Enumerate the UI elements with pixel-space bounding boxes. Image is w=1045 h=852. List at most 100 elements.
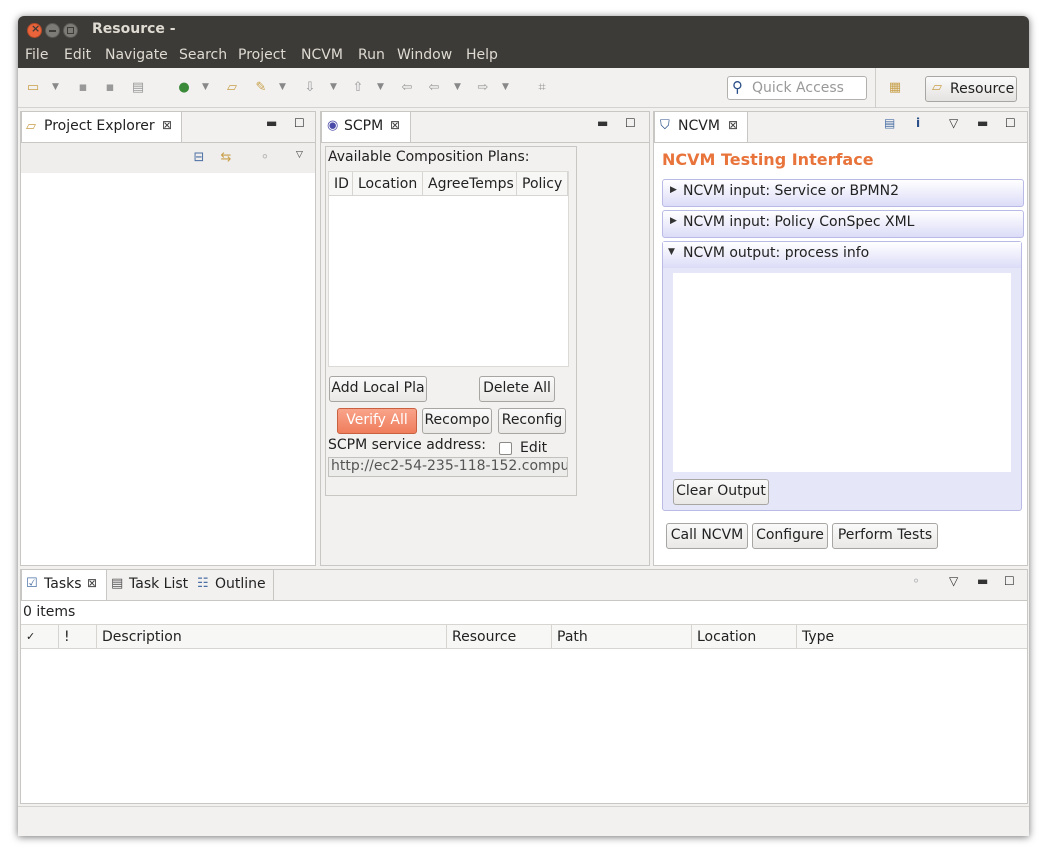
focus-icon[interactable]: ⚬ — [257, 150, 273, 166]
output-text-area[interactable] — [673, 273, 1011, 472]
menu-help[interactable]: Help — [466, 47, 498, 63]
minimize-view-icon[interactable]: ▬ — [977, 574, 988, 588]
column-location[interactable]: Location — [692, 625, 797, 649]
column-location[interactable]: Location — [353, 172, 423, 196]
menu-project[interactable]: Project — [238, 47, 286, 63]
maximize-view-icon[interactable]: ☐ — [1004, 574, 1015, 588]
tab-tasks[interactable]: ☑ Tasks ⊠ — [21, 570, 107, 600]
tab-ncvm[interactable]: ⛉ NCVM ⊠ — [654, 112, 748, 142]
scpm-panel: ◉ SCPM ⊠ ▬ ☐ Available Composition Plans… — [320, 111, 650, 566]
new-dropdown-icon[interactable]: ▼ — [52, 82, 59, 92]
tab-task-list[interactable]: ▤ Task List — [107, 570, 193, 600]
tab-project-explorer[interactable]: ▱ Project Explorer ⊠ — [21, 112, 182, 142]
close-tab-icon[interactable]: ⊠ — [728, 118, 738, 132]
pin-editor-icon[interactable]: ⌗ — [534, 80, 550, 96]
view-menu-icon[interactable]: ▽ — [949, 116, 958, 130]
column-id[interactable]: ID — [329, 172, 353, 196]
close-window-button[interactable]: × — [27, 22, 42, 38]
minimize-view-icon[interactable]: ▬ — [266, 116, 277, 130]
minimize-view-icon[interactable]: ▬ — [597, 116, 608, 130]
column-agreetemps[interactable]: AgreeTemps — [423, 172, 517, 196]
maximize-view-icon[interactable]: ☐ — [625, 116, 636, 130]
forward-icon[interactable]: ⇨ — [475, 80, 491, 96]
quick-access-field[interactable]: ⚲ Quick Access — [727, 76, 867, 100]
print-icon[interactable]: ▤ — [130, 80, 146, 96]
plans-table[interactable]: ID Location AgreeTemps Policy — [328, 171, 569, 367]
new-icon[interactable]: ▭ — [25, 80, 41, 96]
column-policy[interactable]: Policy — [517, 172, 568, 196]
open-perspective-icon[interactable]: ▦ — [887, 80, 903, 96]
service-address-field[interactable]: http://ec2-54-235-118-152.compute- — [328, 457, 568, 477]
tab-scpm[interactable]: ◉ SCPM ⊠ — [321, 112, 411, 142]
resource-perspective-button[interactable]: ▱ Resource — [925, 76, 1017, 102]
forward-dropdown-icon[interactable]: ▼ — [502, 82, 509, 92]
run-dropdown-icon[interactable]: ▼ — [202, 82, 209, 92]
run-icon[interactable]: ● — [176, 80, 192, 96]
last-edit-icon[interactable]: ⇦ — [399, 80, 415, 96]
pen-icon[interactable]: ✎ — [253, 80, 269, 96]
tab-outline[interactable]: ☷ Outline — [193, 570, 274, 600]
next-annotation-dropdown-icon[interactable]: ▼ — [330, 82, 337, 92]
section-policy-input[interactable]: ▶ NCVM input: Policy ConSpec XML — [662, 210, 1024, 238]
service-address-label: SCPM service address: — [328, 437, 486, 453]
maximize-window-button[interactable] — [63, 23, 78, 38]
column-completed[interactable]: ✓ — [21, 625, 59, 649]
folder-icon: ▱ — [932, 80, 942, 95]
menu-ncvm[interactable]: NCVM — [301, 47, 343, 63]
collapse-all-icon[interactable]: ⊟ — [191, 150, 207, 166]
call-ncvm-button[interactable]: Call NCVM — [666, 523, 748, 549]
menu-navigate[interactable]: Navigate — [105, 47, 168, 63]
prev-annotation-dropdown-icon[interactable]: ▼ — [377, 82, 384, 92]
minimize-window-button[interactable] — [45, 23, 60, 38]
main-toolbar: ▭ ▼ ▪ ▪ ▤ ● ▼ ▱ ✎ ▼ ⇩ ▼ ⇧ ▼ ⇦ ⇦ ▼ ⇨ ▼ ⌗ … — [18, 68, 1029, 108]
delete-all-button[interactable]: Delete All — [479, 376, 555, 402]
edit-checkbox[interactable] — [499, 442, 512, 455]
section-service-input[interactable]: ▶ NCVM input: Service or BPMN2 — [662, 179, 1024, 207]
prev-annotation-icon[interactable]: ⇧ — [350, 80, 366, 96]
column-path[interactable]: Path — [552, 625, 692, 649]
configure-button[interactable]: Configure — [752, 523, 828, 549]
tasks-panel: ☑ Tasks ⊠ ▤ Task List ☷ Outline ⚬ ▽ ▬ ☐ … — [20, 569, 1028, 804]
menu-edit[interactable]: Edit — [64, 47, 91, 63]
ncvm-settings-icon[interactable]: ▤ — [884, 116, 895, 130]
column-resource[interactable]: Resource — [447, 625, 552, 649]
close-tab-icon[interactable]: ⊠ — [87, 576, 97, 590]
menu-search[interactable]: Search — [179, 47, 227, 63]
menu-run[interactable]: Run — [358, 47, 385, 63]
close-tab-icon[interactable]: ⊠ — [390, 118, 400, 132]
column-type[interactable]: Type — [797, 625, 1027, 649]
ncvm-heading: NCVM Testing Interface — [662, 150, 874, 169]
save-icon[interactable]: ▪ — [75, 80, 91, 96]
maximize-view-icon[interactable]: ☐ — [294, 116, 305, 130]
perform-tests-button[interactable]: Perform Tests — [832, 523, 938, 549]
minimize-view-icon[interactable]: ▬ — [977, 116, 988, 130]
recompose-button[interactable]: Recompo — [422, 408, 492, 434]
service-address-value: http://ec2-54-235-118-152.compute- — [331, 458, 568, 474]
verify-all-button[interactable]: Verify All — [337, 408, 417, 434]
maximize-view-icon[interactable]: ☐ — [1005, 116, 1016, 130]
plans-label: Available Composition Plans: — [328, 149, 530, 165]
menu-window[interactable]: Window — [397, 47, 452, 63]
back-icon[interactable]: ⇦ — [426, 80, 442, 96]
reconfig-button[interactable]: Reconfig — [498, 408, 566, 434]
link-with-editor-icon[interactable]: ⇆ — [218, 150, 234, 166]
open-folder-icon[interactable]: ▱ — [224, 80, 240, 96]
menu-file[interactable]: File — [25, 47, 48, 63]
pen-dropdown-icon[interactable]: ▼ — [279, 82, 286, 92]
project-explorer-panel: ▱ Project Explorer ⊠ ▬ ☐ ⊟ ⇆ ⚬ ▽ — [20, 111, 316, 566]
back-dropdown-icon[interactable]: ▼ — [454, 82, 461, 92]
section-output-header[interactable]: ▼ NCVM output: process info — [663, 242, 1021, 268]
view-menu-icon[interactable]: ▽ — [949, 574, 958, 588]
title-bar: × Resource - — [18, 16, 1029, 44]
clear-output-button[interactable]: Clear Output — [673, 479, 769, 505]
column-priority[interactable]: ! — [59, 625, 97, 649]
close-tab-icon[interactable]: ⊠ — [162, 118, 172, 132]
close-icon: × — [31, 22, 41, 35]
next-annotation-icon[interactable]: ⇩ — [302, 80, 318, 96]
info-icon[interactable]: i — [916, 116, 920, 130]
save-all-icon[interactable]: ▪ — [102, 80, 118, 96]
view-menu-icon[interactable]: ▽ — [296, 150, 303, 160]
add-local-plan-button[interactable]: Add Local Pla — [329, 376, 427, 402]
column-description[interactable]: Description — [97, 625, 447, 649]
focus-icon[interactable]: ⚬ — [911, 574, 921, 588]
